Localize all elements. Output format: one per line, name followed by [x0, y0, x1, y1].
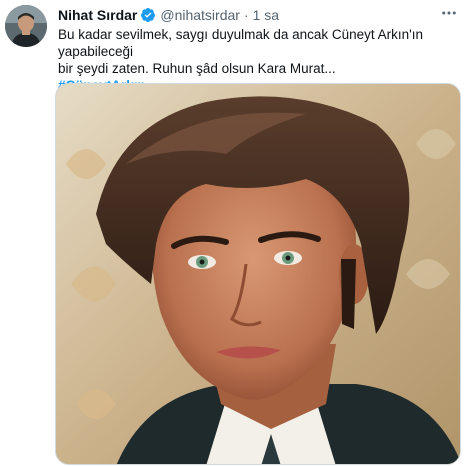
portrait-photo: [56, 84, 460, 464]
tweet-header: Nihat Sırdar @nihatsirdar · 1 sa: [58, 6, 279, 24]
tweet-card[interactable]: Nihat Sırdar @nihatsirdar · 1 sa Bu kada…: [0, 0, 468, 466]
tweet-text-line: bir şeydi zaten. Ruhun şâd olsun Kara Mu…: [58, 61, 336, 76]
tweet-text-line: Bu kadar sevilmek, saygı duyulmak da anc…: [58, 27, 424, 59]
author-handle[interactable]: @nihatsirdar: [160, 7, 240, 23]
avatar[interactable]: [5, 5, 47, 47]
more-options-icon[interactable]: [438, 4, 460, 22]
tweet-timestamp[interactable]: 1 sa: [253, 7, 279, 23]
header-separator: ·: [243, 7, 249, 23]
author-name[interactable]: Nihat Sırdar: [58, 7, 137, 23]
tweet-media-image[interactable]: [55, 83, 461, 465]
avatar-image: [5, 5, 47, 47]
verified-badge-icon: [140, 7, 156, 23]
